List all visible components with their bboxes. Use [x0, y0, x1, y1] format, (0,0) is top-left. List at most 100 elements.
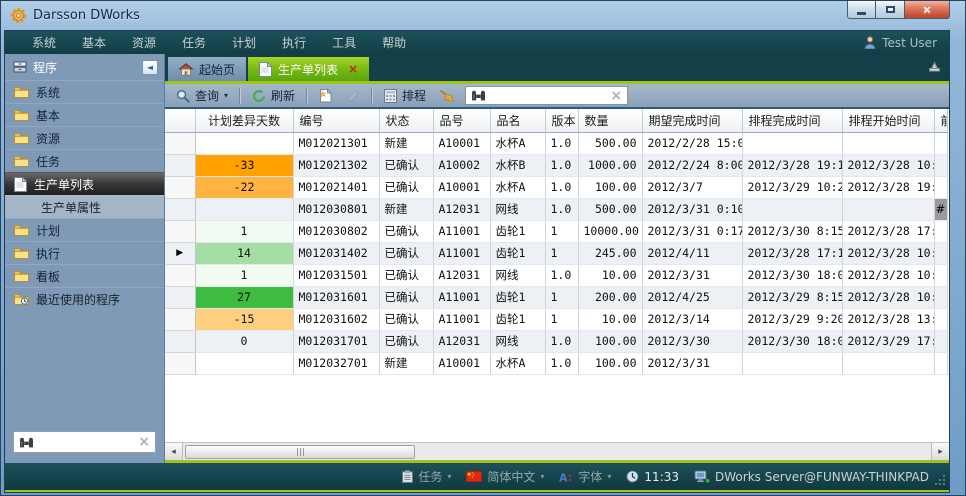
cell-sched-end-time[interactable]: 2012/3/30 18:00: [742, 330, 842, 352]
cell-status[interactable]: 已确认: [379, 286, 433, 308]
cell-version[interactable]: 1: [545, 308, 578, 330]
cell-sched-end-time[interactable]: 2012/3/28 17:13: [742, 242, 842, 264]
column-header[interactable]: 版本: [545, 109, 578, 132]
cell-part-name[interactable]: 齿轮1: [490, 286, 545, 308]
cell-status[interactable]: 新建: [379, 352, 433, 374]
schedule-button[interactable]: 排程: [379, 86, 431, 106]
cell-due-time[interactable]: 2012/4/11: [642, 242, 742, 264]
cell-diff-days[interactable]: [195, 132, 293, 154]
cell-extra[interactable]: [934, 220, 947, 242]
cell-quantity[interactable]: 100.00: [578, 330, 642, 352]
cell-part-no[interactable]: A12031: [433, 264, 490, 286]
cell-due-time[interactable]: 2012/3/7: [642, 176, 742, 198]
refresh-button[interactable]: 刷新: [247, 86, 300, 106]
row-indicator-cell[interactable]: [165, 330, 195, 352]
cell-quantity[interactable]: 200.00: [578, 286, 642, 308]
cell-extra[interactable]: #: [934, 198, 947, 220]
column-header[interactable]: 期望完成时间: [642, 109, 742, 132]
cell-order-no[interactable]: M012031501: [293, 264, 379, 286]
scroll-right-arrow[interactable]: ▸: [931, 443, 949, 460]
column-header[interactable]: 编号: [293, 109, 379, 132]
clear-x-icon[interactable]: ×: [138, 435, 150, 449]
cell-extra[interactable]: [934, 286, 947, 308]
cell-sched-end-time[interactable]: 2012/3/29 10:20: [742, 176, 842, 198]
menu-item-help[interactable]: 帮助: [369, 34, 419, 51]
cell-sched-start-time[interactable]: 2012/3/28 19:10: [842, 176, 934, 198]
cell-part-name[interactable]: 水杯A: [490, 352, 545, 374]
cell-part-name[interactable]: 水杯A: [490, 132, 545, 154]
cell-status[interactable]: 新建: [379, 132, 433, 154]
column-header[interactable]: 品名: [490, 109, 545, 132]
cell-sched-end-time[interactable]: [742, 198, 842, 220]
sidebar-item-basic[interactable]: 基本: [5, 103, 164, 126]
cell-order-no[interactable]: M012031701: [293, 330, 379, 352]
cell-part-no[interactable]: A11001: [433, 242, 490, 264]
cell-order-no[interactable]: M012021301: [293, 132, 379, 154]
menu-item-execute[interactable]: 执行: [269, 34, 319, 51]
menu-item-tools[interactable]: 工具: [319, 34, 369, 51]
cell-part-no[interactable]: A10001: [433, 176, 490, 198]
cell-sched-end-time[interactable]: 2012/3/29 9:20: [742, 308, 842, 330]
row-indicator-header[interactable]: [165, 109, 195, 132]
cell-part-name[interactable]: 齿轮1: [490, 242, 545, 264]
cell-order-no[interactable]: M012031601: [293, 286, 379, 308]
cell-extra[interactable]: [934, 308, 947, 330]
cell-status[interactable]: 已确认: [379, 176, 433, 198]
row-indicator-cell[interactable]: [165, 308, 195, 330]
statusbar-item-language[interactable]: 简体中文▾: [466, 468, 544, 485]
cell-quantity[interactable]: 100.00: [578, 352, 642, 374]
row-indicator-cell[interactable]: [165, 198, 195, 220]
cell-diff-days[interactable]: 1: [195, 264, 293, 286]
cell-sched-end-time[interactable]: 2012/3/28 19:10: [742, 154, 842, 176]
cell-extra[interactable]: [934, 330, 947, 352]
edit-button[interactable]: [341, 86, 365, 106]
cell-part-name[interactable]: 网线: [490, 264, 545, 286]
column-header[interactable]: 数量: [578, 109, 642, 132]
cell-quantity[interactable]: 500.00: [578, 198, 642, 220]
sidebar-item-kanban[interactable]: 看板: [5, 264, 164, 287]
row-indicator-cell[interactable]: [165, 220, 195, 242]
cell-part-no[interactable]: A10001: [433, 352, 490, 374]
row-indicator-cell[interactable]: [165, 352, 195, 374]
cell-extra[interactable]: [934, 132, 947, 154]
scroll-thumb[interactable]: [185, 445, 415, 459]
sidebar-item-production-order-list[interactable]: 生产单列表: [5, 172, 164, 195]
cell-part-no[interactable]: A10001: [433, 132, 490, 154]
cell-version[interactable]: 1.0: [545, 330, 578, 352]
row-indicator-cell[interactable]: [165, 132, 195, 154]
cell-order-no[interactable]: M012031602: [293, 308, 379, 330]
row-indicator-cell[interactable]: [165, 264, 195, 286]
row-indicator-cell[interactable]: ▶: [165, 242, 195, 264]
cell-sched-start-time[interactable]: 2012/3/28 10:52: [842, 286, 934, 308]
sidebar-item-system[interactable]: 系统: [5, 80, 164, 103]
cell-sched-end-time[interactable]: [742, 352, 842, 374]
cell-part-name[interactable]: 水杯A: [490, 176, 545, 198]
cell-quantity[interactable]: 10000.00: [578, 220, 642, 242]
cell-order-no[interactable]: M012032701: [293, 352, 379, 374]
cell-part-name[interactable]: 水杯B: [490, 154, 545, 176]
cell-version[interactable]: 1: [545, 220, 578, 242]
query-button[interactable]: 查询▾: [171, 86, 233, 106]
cell-diff-days[interactable]: 0: [195, 330, 293, 352]
cell-sched-start-time[interactable]: [842, 352, 934, 374]
sidebar-item-execute[interactable]: 执行: [5, 241, 164, 264]
cell-quantity[interactable]: 10.00: [578, 308, 642, 330]
menu-item-resource[interactable]: 资源: [119, 34, 169, 51]
cell-sched-end-time[interactable]: 2012/3/29 8:15: [742, 286, 842, 308]
row-indicator-cell[interactable]: [165, 286, 195, 308]
cell-status[interactable]: 已确认: [379, 220, 433, 242]
cell-extra[interactable]: [934, 264, 947, 286]
cell-order-no[interactable]: M012021302: [293, 154, 379, 176]
cell-due-time[interactable]: 2012/3/31 0:10: [642, 198, 742, 220]
cell-order-no[interactable]: M012030801: [293, 198, 379, 220]
resize-grip[interactable]: [935, 475, 946, 486]
cell-sched-start-time[interactable]: 2012/3/28 17:13: [842, 220, 934, 242]
cell-due-time[interactable]: 2012/3/30: [642, 330, 742, 352]
cell-sched-start-time[interactable]: [842, 198, 934, 220]
minimize-button[interactable]: [847, 1, 876, 19]
sidebar-item-task[interactable]: 任务: [5, 149, 164, 172]
cell-part-name[interactable]: 网线: [490, 198, 545, 220]
cell-quantity[interactable]: 10.00: [578, 264, 642, 286]
cell-diff-days[interactable]: -33: [195, 154, 293, 176]
clear-x-icon[interactable]: ×: [610, 89, 622, 103]
